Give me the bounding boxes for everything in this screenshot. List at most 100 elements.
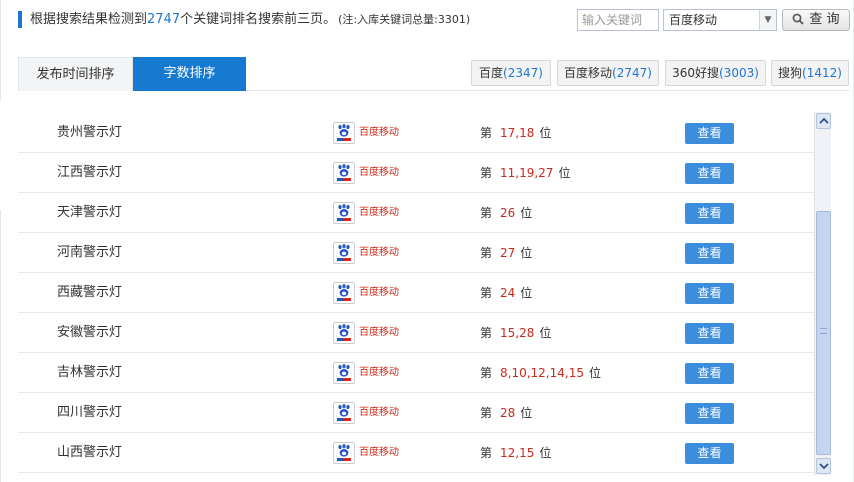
chevron-up-icon[interactable] [816, 113, 831, 129]
rank-suffix: 位 [520, 406, 533, 420]
view-button[interactable]: 查看 [685, 323, 734, 344]
list-item: 西藏警示灯 百度移动 第 24 位 查看 [18, 273, 814, 313]
engine-label: 百度移动 [359, 447, 399, 458]
rank-positions: 11,19,27 [500, 166, 554, 180]
summary-prefix: 根据搜索结果检测到 [30, 12, 148, 27]
list-item: 江西警示灯 百度移动 第 11,19,27 位 查看 [18, 153, 814, 193]
rank-positions: 8,10,12,14,15 [500, 366, 584, 380]
keyword-text: 安徽警示灯 [57, 325, 123, 340]
baidu-paw-icon [333, 322, 355, 344]
view-button[interactable]: 查看 [685, 243, 734, 264]
engine-select-value: 百度移动 [669, 13, 718, 27]
rank-positions: 15,28 [500, 326, 535, 340]
rank-prefix: 第 [480, 166, 493, 180]
summary-header: 根据搜索结果检测到2747个关键词排名搜索前三页。 (注:入库关键词总量:3301… [18, 0, 854, 42]
engine-tab-sogou[interactable]: 搜狗(1412) [771, 60, 849, 86]
engine-label: 百度移动 [359, 127, 399, 138]
keyword-text: 四川警示灯 [57, 405, 123, 420]
result-count: 2747 [147, 12, 181, 27]
engine-label: 百度移动 [359, 207, 399, 218]
list-item: 天津警示灯 百度移动 第 26 位 查看 [18, 193, 814, 233]
view-button[interactable]: 查看 [685, 283, 734, 304]
rank-values: 15,28 位 [500, 313, 551, 353]
grip-lines [820, 328, 827, 334]
engine-label: 百度移动 [359, 167, 399, 178]
tab-sort-by-length[interactable]: 字数排序 [133, 57, 246, 91]
tab-sort-by-time[interactable]: 发布时间排序 [18, 57, 133, 91]
baidu-paw-icon [333, 402, 355, 424]
vertical-scrollbar[interactable] [814, 112, 831, 475]
left-border [0, 210, 1, 482]
keyword-search-input[interactable] [577, 9, 659, 31]
list-item: 安徽警示灯 百度移动 第 15,28 位 查看 [18, 313, 814, 353]
rank-prefix: 第 [480, 326, 493, 340]
engine-tab-count: (3003) [719, 66, 759, 80]
rank-prefix: 第 [480, 406, 493, 420]
triangle-down-icon[interactable]: ▼ [759, 10, 776, 30]
engine-label: 百度移动 [359, 327, 399, 338]
list-item: 河南警示灯 百度移动 第 27 位 查看 [18, 233, 814, 273]
rank-values: 27 位 [500, 233, 532, 273]
query-button[interactable]: 查 询 [782, 9, 850, 31]
view-button[interactable]: 查看 [685, 163, 734, 184]
keyword-text: 河南警示灯 [57, 245, 123, 260]
rank-prefix: 第 [480, 126, 493, 140]
scrollbar-thumb[interactable] [816, 211, 831, 455]
baidu-paw-icon [333, 202, 355, 224]
rank-suffix: 位 [520, 206, 533, 220]
rank-prefix: 第 [480, 206, 493, 220]
rank-positions: 27 [500, 246, 516, 260]
summary-text: 根据搜索结果检测到2747个关键词排名搜索前三页。 (注:入库关键词总量:3301… [30, 10, 470, 30]
baidu-paw-icon [333, 282, 355, 304]
rank-values: 11,19,27 位 [500, 153, 570, 193]
engine-tab-name: 百度 [479, 66, 504, 80]
engine-label: 百度移动 [359, 367, 399, 378]
baidu-paw-icon [333, 162, 355, 184]
rank-values: 12,15 位 [500, 433, 551, 473]
list-item: 四川警示灯 百度移动 第 28 位 查看 [18, 393, 814, 433]
engine-tab-baidu[interactable]: 百度(2347) [471, 60, 551, 86]
view-button[interactable]: 查看 [685, 443, 734, 464]
rank-prefix: 第 [480, 286, 493, 300]
rank-suffix: 位 [520, 246, 533, 260]
view-button[interactable]: 查看 [685, 123, 734, 144]
baidu-paw-icon [333, 242, 355, 264]
rank-suffix: 位 [539, 446, 552, 460]
rank-values: 17,18 位 [500, 113, 551, 153]
rank-prefix: 第 [480, 246, 493, 260]
query-label: 查 询 [809, 12, 840, 27]
chevron-down-icon[interactable] [816, 458, 831, 474]
rank-values: 8,10,12,14,15 位 [500, 353, 601, 393]
engine-tab-name: 百度移动 [564, 66, 613, 80]
keyword-text: 吉林警示灯 [57, 365, 123, 380]
keyword-text: 天津警示灯 [57, 205, 123, 220]
rank-suffix: 位 [539, 326, 552, 340]
baidu-paw-icon [333, 122, 355, 144]
view-button[interactable]: 查看 [685, 363, 734, 384]
engine-tab-count: (1412) [802, 66, 842, 80]
keyword-text: 江西警示灯 [57, 165, 123, 180]
list-item: 贵州警示灯 百度移动 第 17,18 位 查看 [18, 113, 814, 153]
baidu-paw-icon [333, 442, 355, 464]
engine-tab-baidu-mobile[interactable]: 百度移动(2747) [557, 60, 659, 86]
engine-select[interactable]: 百度移动 ▼ [663, 9, 777, 31]
magnifier-icon [793, 13, 805, 25]
view-button[interactable]: 查看 [685, 403, 734, 424]
engine-label: 百度移动 [359, 407, 399, 418]
rank-positions: 26 [500, 206, 516, 220]
rank-positions: 17,18 [500, 126, 535, 140]
rank-positions: 24 [500, 286, 516, 300]
engine-tab-count: (2747) [612, 66, 652, 80]
engine-tab-count: (2347) [503, 66, 543, 80]
rank-prefix: 第 [480, 366, 493, 380]
view-button[interactable]: 查看 [685, 203, 734, 224]
rank-suffix: 位 [520, 286, 533, 300]
list-item: 山西警示灯 百度移动 第 12,15 位 查看 [18, 433, 814, 473]
engine-tab-360[interactable]: 360好搜(3003) [665, 60, 766, 86]
engine-tab-name: 搜狗 [778, 66, 803, 80]
accent-bar [18, 11, 22, 28]
list-item: 吉林警示灯 百度移动 第 8,10,12,14,15 位 查看 [18, 353, 814, 393]
keyword-text: 山西警示灯 [57, 445, 123, 460]
keyword-text: 西藏警示灯 [57, 285, 123, 300]
rank-positions: 28 [500, 406, 516, 420]
